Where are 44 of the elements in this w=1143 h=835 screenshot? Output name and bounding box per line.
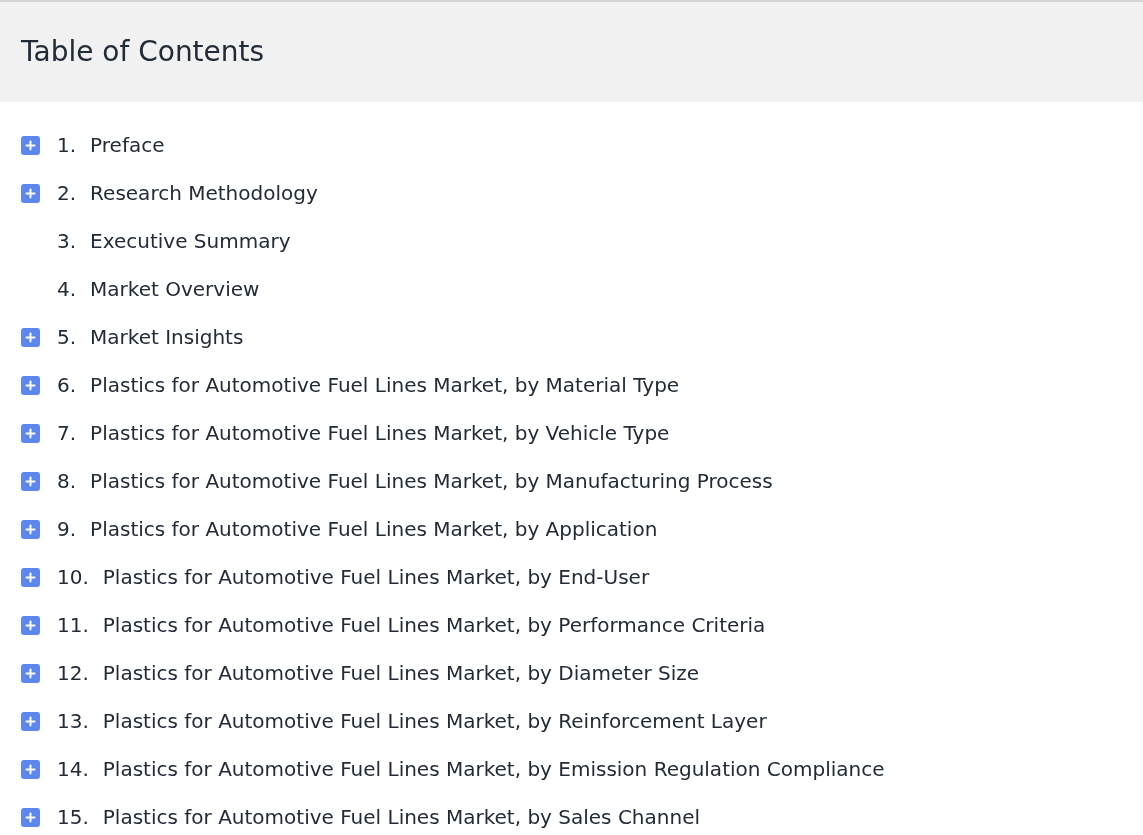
section-number: 9.: [57, 516, 77, 543]
expand-icon[interactable]: [21, 471, 40, 491]
section-number: 6.: [57, 372, 77, 399]
expand-icon[interactable]: [21, 759, 40, 779]
section-number: 13.: [57, 708, 89, 735]
section-link[interactable]: Plastics for Automotive Fuel Lines Market, by Emission Regulation Compliance: [102, 754, 885, 784]
expand-icon[interactable]: [21, 375, 40, 395]
section-link[interactable]: Plastics for Automotive Fuel Lines Market, by Diameter Size: [102, 658, 700, 688]
expand-icon[interactable]: [21, 327, 40, 347]
section-link[interactable]: Market Insights: [90, 322, 244, 352]
section-link[interactable]: Preface: [90, 130, 165, 160]
expand-icon[interactable]: [21, 663, 40, 683]
section-number: 4.: [57, 276, 77, 303]
section-number: 7.: [57, 420, 77, 447]
expand-icon[interactable]: [21, 615, 40, 635]
expand-icon[interactable]: [21, 567, 40, 587]
section-link[interactable]: Plastics for Automotive Fuel Lines Market, by Vehicle Type: [90, 418, 670, 448]
expand-icon[interactable]: [21, 519, 40, 539]
section-link[interactable]: Plastics for Automotive Fuel Lines Market, by Performance Criteria: [102, 610, 766, 640]
section-link[interactable]: Market Overview: [90, 274, 260, 304]
section-link[interactable]: Research Methodology: [90, 178, 318, 208]
section-number: 10.: [57, 564, 89, 591]
section-link[interactable]: Plastics for Automotive Fuel Lines Market, by Material Type: [90, 370, 680, 400]
section-number: 15.: [57, 804, 89, 831]
section-number: 1.: [57, 132, 77, 159]
expand-icon[interactable]: [21, 135, 40, 155]
section-link[interactable]: Plastics for Automotive Fuel Lines Market, by Application: [90, 514, 658, 544]
section-number: 12.: [57, 660, 89, 687]
section-number: 3.: [57, 228, 77, 255]
section-number: 2.: [57, 180, 77, 207]
page-title: Table of Contents: [21, 34, 265, 70]
section-link[interactable]: Executive Summary: [90, 226, 291, 256]
expand-icon[interactable]: [21, 807, 40, 827]
section-number: 8.: [57, 468, 77, 495]
section-link[interactable]: Plastics for Automotive Fuel Lines Market, by End-User: [102, 562, 650, 592]
section-link[interactable]: Plastics for Automotive Fuel Lines Market, by Reinforcement Layer: [102, 706, 767, 736]
expand-icon[interactable]: [21, 183, 40, 203]
section-link[interactable]: Plastics for Automotive Fuel Lines Market, by Sales Channel: [102, 802, 700, 832]
section-number: 14.: [57, 756, 89, 783]
section-link[interactable]: Plastics for Automotive Fuel Lines Market, by Manufacturing Process: [90, 466, 773, 496]
expand-icon[interactable]: [21, 423, 40, 443]
section-number: 5.: [57, 324, 77, 351]
expand-icon[interactable]: [21, 711, 40, 731]
section-number: 11.: [57, 612, 89, 639]
